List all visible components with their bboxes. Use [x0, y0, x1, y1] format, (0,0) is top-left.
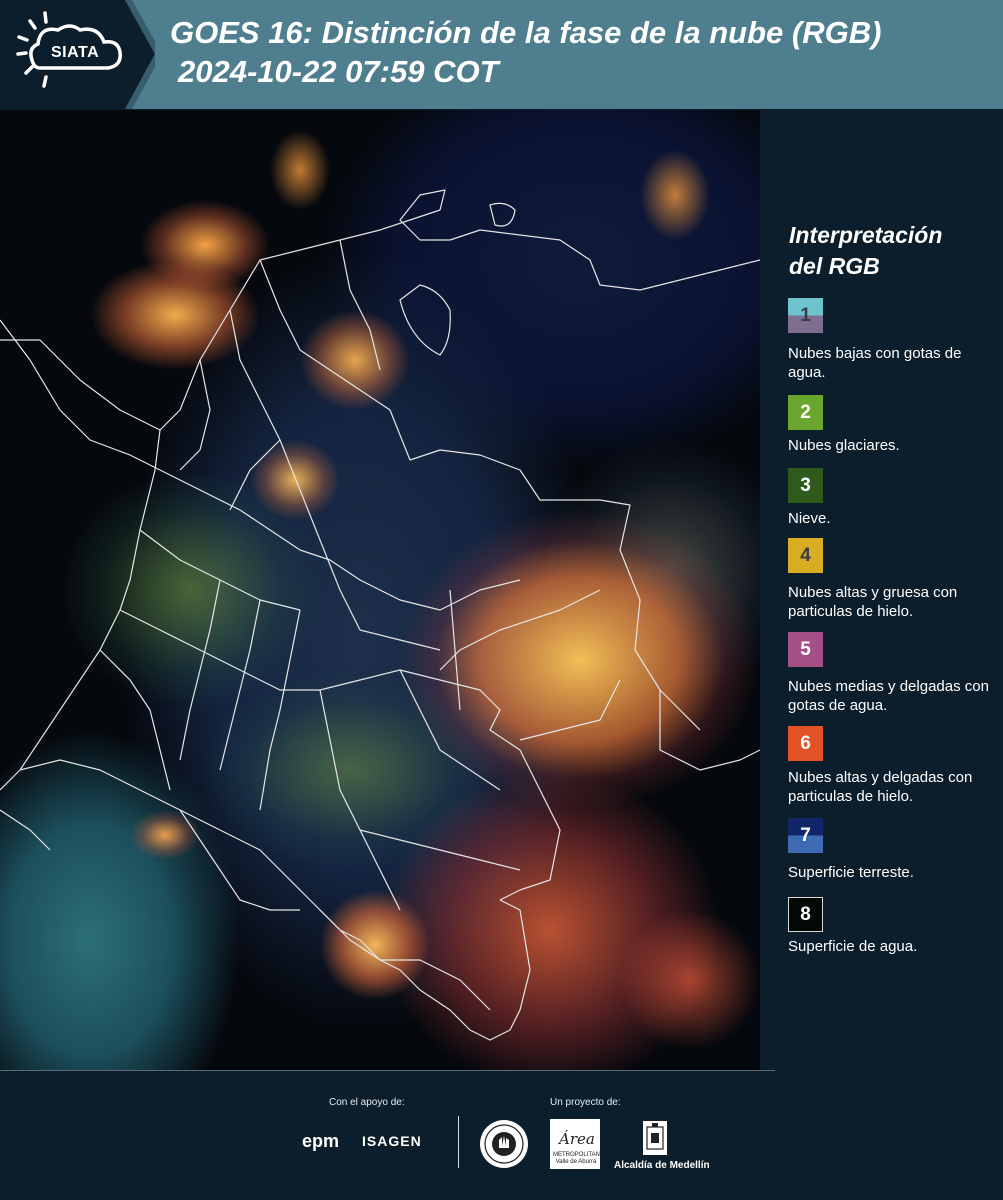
legend-number: 4	[800, 545, 811, 566]
area-metropolitana-wordmark: Área	[559, 1130, 595, 1148]
header-bar: SIATA GOES 16: Distinción de la fase de …	[0, 0, 1003, 109]
epm-logo: epm	[302, 1131, 340, 1151]
legend-number: 3	[800, 475, 811, 496]
page-title: GOES 16: Distinción de la fase de la nub…	[170, 15, 882, 50]
legend-number: 8	[800, 904, 811, 925]
footer: Con el apoyo de: Un proyecto de: epm ISA…	[0, 1070, 1003, 1200]
legend-label: Nieve.	[788, 510, 831, 527]
legend-number: 6	[800, 733, 811, 754]
legend-number: 7	[800, 825, 811, 846]
area-metropolitana-text: METROPOLITANA Valle de Aburrá	[553, 1152, 604, 1165]
rgb-legend: Interpretación del RGB 1 Nubes bajas con…	[760, 110, 1003, 1070]
siata-logo: SIATA	[0, 0, 155, 109]
legend-label: Nubes altas y gruesa con particulas de h…	[788, 584, 958, 620]
legend-number: 5	[800, 639, 811, 660]
isagen-logo: ISAGEN	[362, 1133, 422, 1149]
legend-number: 2	[800, 402, 811, 423]
satellite-map[interactable]	[0, 110, 760, 1070]
border-lines	[0, 189, 760, 1041]
project-caption: Un proyecto de:	[550, 1097, 621, 1108]
legend-title-line2: del RGB	[789, 253, 880, 279]
siata-seal-icon	[480, 1120, 528, 1168]
support-caption: Con el apoyo de:	[329, 1097, 405, 1108]
footer-divider-line	[0, 1070, 775, 1071]
legend-label: Superficie terreste.	[788, 864, 914, 881]
legend-title: Interpretación del RGB	[789, 220, 989, 282]
legend-title-line1: Interpretación	[789, 222, 943, 248]
alcaldia-medellin-text: Alcaldía de Medellín	[614, 1160, 710, 1171]
legend-number: 1	[800, 305, 811, 326]
legend-label: Nubes bajas con gotas de agua.	[788, 345, 962, 381]
legend-label: Superficie de agua.	[788, 938, 918, 955]
legend-label: Nubes glaciares.	[788, 437, 900, 454]
legend-label: Nubes altas y delgadas con particulas de…	[788, 769, 973, 805]
siata-logo-text: SIATA	[51, 44, 100, 61]
timestamp: 2024-10-22 07:59 COT	[178, 54, 499, 89]
medellin-crest-icon	[643, 1121, 667, 1155]
footer-vertical-divider	[458, 1116, 459, 1168]
legend-label: Nubes medias y delgadas con gotas de agu…	[788, 678, 989, 714]
